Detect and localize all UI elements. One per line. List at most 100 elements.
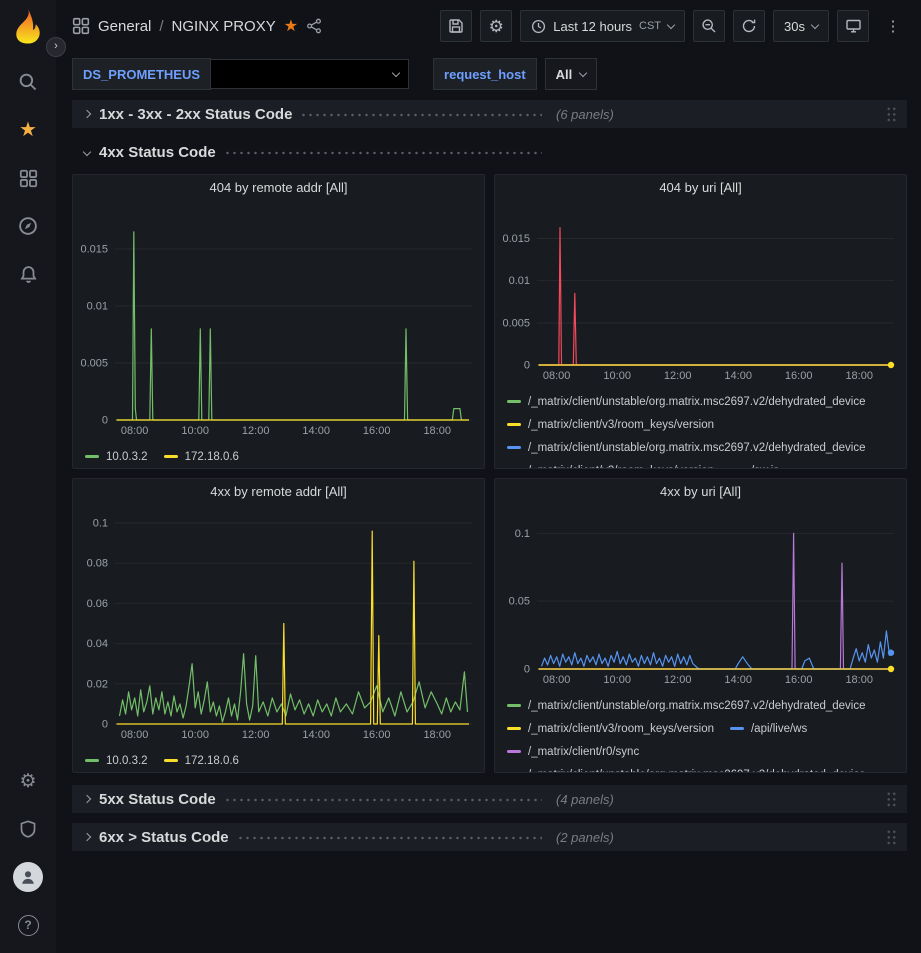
legend-item[interactable]: 172.18.0.6 bbox=[164, 750, 239, 771]
dotted-leader bbox=[237, 832, 542, 844]
legend-swatch bbox=[507, 750, 521, 753]
legend-item[interactable]: /sw.js bbox=[730, 460, 779, 468]
sidebar-dashboards-item[interactable] bbox=[0, 154, 56, 202]
chart-legend: 10.0.3.2 172.18.0.6 bbox=[73, 749, 484, 772]
sidebar-starred-item[interactable]: ★ bbox=[0, 106, 56, 154]
svg-text:08:00: 08:00 bbox=[543, 674, 571, 686]
time-series-chart[interactable]: 00.0050.010.01508:0010:0012:0014:0016:00… bbox=[495, 201, 906, 390]
svg-text:0.015: 0.015 bbox=[80, 243, 108, 255]
legend-swatch bbox=[164, 759, 178, 762]
panel-4xx-by-remote-addr: 4xx by remote addr [All] 00.020.040.060.… bbox=[72, 478, 485, 773]
row-panel-count: (2 panels) bbox=[556, 830, 614, 845]
grafana-logo[interactable] bbox=[10, 8, 46, 44]
legend-item[interactable]: /api/live/ws bbox=[730, 718, 807, 739]
favorite-star-icon[interactable]: ★ bbox=[284, 16, 298, 36]
svg-text:10:00: 10:00 bbox=[603, 674, 631, 686]
sidebar-expand-button[interactable]: › bbox=[46, 37, 66, 57]
refresh-interval-dropdown[interactable]: 30s bbox=[773, 10, 829, 42]
row-drag-handle[interactable] bbox=[886, 829, 897, 846]
svg-text:0.02: 0.02 bbox=[87, 678, 108, 690]
legend-label: /_matrix/client/unstable/org.matrix.msc2… bbox=[528, 769, 866, 773]
legend-label: 10.0.3.2 bbox=[106, 451, 148, 463]
row-5xx[interactable]: 5xx Status Code (4 panels) bbox=[72, 785, 907, 813]
legend-swatch bbox=[507, 727, 521, 730]
row-title: 6xx > Status Code bbox=[99, 829, 229, 846]
dashboard-content: 1xx - 3xx - 2xx Status Code (6 panels) 4… bbox=[56, 100, 921, 851]
svg-text:0.06: 0.06 bbox=[87, 598, 108, 610]
legend-swatch bbox=[507, 704, 521, 707]
timezone-label: CST bbox=[639, 20, 661, 32]
legend-item[interactable]: /_matrix/client/unstable/org.matrix.msc2… bbox=[507, 391, 866, 412]
sidebar-explore-item[interactable] bbox=[0, 202, 56, 250]
panel-title[interactable]: 404 by uri [All] bbox=[495, 175, 906, 201]
svg-text:10:00: 10:00 bbox=[181, 729, 209, 741]
panel-title[interactable]: 404 by remote addr [All] bbox=[73, 175, 484, 201]
svg-text:0.005: 0.005 bbox=[502, 317, 530, 329]
row-1xx-3xx-2xx[interactable]: 1xx - 3xx - 2xx Status Code (6 panels) bbox=[72, 100, 907, 128]
panel-title[interactable]: 4xx by uri [All] bbox=[495, 479, 906, 505]
legend-item[interactable]: /_matrix/client/r0/sync bbox=[507, 741, 639, 762]
svg-text:0.01: 0.01 bbox=[87, 300, 108, 312]
request-host-value-dropdown[interactable]: All bbox=[545, 58, 598, 90]
row-drag-handle[interactable] bbox=[886, 106, 897, 123]
chevron-right-icon bbox=[83, 795, 91, 803]
sidebar-profile-item[interactable] bbox=[0, 853, 56, 901]
breadcrumb-divider: / bbox=[159, 18, 163, 35]
svg-text:0.04: 0.04 bbox=[87, 638, 108, 650]
legend-item[interactable]: /_matrix/client/unstable/org.matrix.msc2… bbox=[507, 764, 866, 772]
variables-submenu: DS_PROMETHEUS request_host All bbox=[56, 52, 921, 100]
sidebar-alerting-item[interactable] bbox=[0, 250, 56, 298]
legend-label: 10.0.3.2 bbox=[106, 755, 148, 767]
row-4xx[interactable]: 4xx Status Code bbox=[72, 138, 907, 166]
chevron-down-icon bbox=[83, 148, 91, 156]
legend-item[interactable]: /_matrix/client/unstable/org.matrix.msc2… bbox=[507, 695, 866, 716]
chevron-down-icon bbox=[392, 68, 400, 76]
row-6xx[interactable]: 6xx > Status Code (2 panels) bbox=[72, 823, 907, 851]
dashboard-title[interactable]: NGINX PROXY bbox=[172, 18, 276, 35]
svg-text:14:00: 14:00 bbox=[302, 729, 330, 741]
breadcrumb-section[interactable]: General bbox=[98, 18, 151, 35]
legend-item[interactable]: 10.0.3.2 bbox=[85, 446, 148, 467]
apps-grid-icon bbox=[72, 17, 90, 35]
svg-text:16:00: 16:00 bbox=[785, 370, 813, 382]
sidebar-settings-item[interactable]: ⚙ bbox=[0, 757, 56, 805]
avatar bbox=[13, 862, 43, 892]
refresh-button[interactable] bbox=[733, 10, 765, 42]
legend-item[interactable]: 172.18.0.6 bbox=[164, 446, 239, 467]
legend-item[interactable]: /_matrix/client/unstable/org.matrix.msc2… bbox=[507, 437, 866, 458]
time-series-chart[interactable]: 00.050.108:0010:0012:0014:0016:0018:00 bbox=[495, 505, 906, 694]
svg-text:0.015: 0.015 bbox=[502, 233, 530, 245]
user-icon bbox=[19, 868, 37, 886]
datasource-variable-label[interactable]: DS_PROMETHEUS bbox=[72, 58, 211, 90]
legend-item[interactable]: /_matrix/client/v3/room_keys/version bbox=[507, 718, 714, 739]
sidebar-search-icon[interactable] bbox=[0, 58, 56, 106]
legend-swatch bbox=[730, 727, 744, 730]
time-range-picker[interactable]: Last 12 hours CST bbox=[520, 10, 685, 42]
sidebar-help-item[interactable]: ? bbox=[0, 901, 56, 949]
legend-item[interactable]: /_matrix/client/v3/room_keys/version bbox=[507, 414, 714, 435]
kebab-menu-button[interactable]: ⋮ bbox=[877, 10, 909, 42]
datasource-value-dropdown[interactable] bbox=[211, 59, 409, 89]
save-dashboard-button[interactable] bbox=[440, 10, 472, 42]
time-series-chart[interactable]: 00.0050.010.01508:0010:0012:0014:0016:00… bbox=[73, 201, 484, 445]
dashboard-settings-button[interactable]: ⚙ bbox=[480, 10, 512, 42]
chevron-down-icon bbox=[811, 20, 819, 28]
legend-item[interactable]: 10.0.3.2 bbox=[85, 750, 148, 771]
legend-item[interactable]: /_matrix/client/v3/room_keys/version bbox=[507, 460, 714, 468]
legend-label: /_matrix/client/unstable/org.matrix.msc2… bbox=[528, 396, 866, 408]
svg-text:12:00: 12:00 bbox=[242, 729, 270, 741]
share-icon[interactable] bbox=[306, 18, 322, 34]
sidebar-admin-item[interactable] bbox=[0, 805, 56, 853]
svg-text:18:00: 18:00 bbox=[845, 370, 873, 382]
sidebar: ★ ⚙ ? bbox=[0, 0, 56, 953]
legend-label: /api/live/ws bbox=[751, 723, 807, 735]
row-drag-handle[interactable] bbox=[886, 791, 897, 808]
time-range-label: Last 12 hours bbox=[553, 19, 632, 34]
svg-text:10:00: 10:00 bbox=[603, 370, 631, 382]
time-series-chart[interactable]: 00.020.040.060.080.108:0010:0012:0014:00… bbox=[73, 505, 484, 749]
panel-title[interactable]: 4xx by remote addr [All] bbox=[73, 479, 484, 505]
zoom-out-button[interactable] bbox=[693, 10, 725, 42]
cycle-view-button[interactable] bbox=[837, 10, 869, 42]
chart-legend: 10.0.3.2 172.18.0.6 bbox=[73, 445, 484, 468]
request-host-variable-label[interactable]: request_host bbox=[433, 58, 537, 90]
